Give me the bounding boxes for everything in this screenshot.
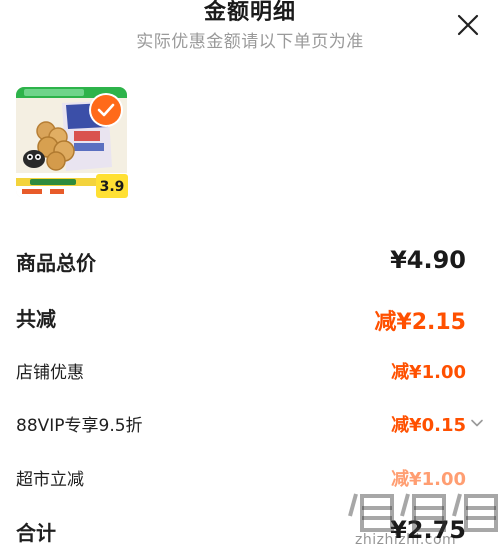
selected-check-badge (91, 95, 121, 125)
sum-label: 合计 (16, 521, 56, 545)
total-price-label: 商品总价 (16, 251, 96, 275)
close-icon (457, 14, 479, 36)
close-button[interactable] (455, 12, 481, 38)
row-total-price: 商品总价 ¥4.90 (0, 246, 500, 282)
check-icon (97, 103, 115, 117)
discount-total-label: 共减 (16, 307, 56, 331)
sum-value: ¥2.75 (390, 516, 466, 544)
amount-detail-sheet: 金额明细 实际优惠金额请以下单页为准 3.9 商品总价 ¥4.90 共减 减¥2… (0, 0, 500, 556)
row-shop-coupon: 店铺优惠 减¥1.00 (0, 356, 500, 386)
vip-expand-toggle[interactable] (470, 415, 484, 429)
product-price-tag: 3.9 (96, 174, 128, 198)
vip-discount-value: 减¥0.15 (391, 415, 466, 436)
page-title: 金额明细 (203, 0, 296, 25)
row-market-discount: 超市立减 减¥1.00 (0, 463, 500, 493)
row-vip-discount[interactable]: 88VIP专享9.5折 减¥0.15 (0, 409, 500, 439)
chevron-down-icon (471, 419, 483, 427)
shop-coupon-value: 减¥1.00 (391, 362, 466, 383)
page-subtitle: 实际优惠金额请以下单页为准 (136, 32, 364, 52)
market-discount-label: 超市立减 (16, 470, 84, 490)
vip-discount-label: 88VIP专享9.5折 (16, 416, 143, 436)
row-discount-total: 共减 减¥2.15 (0, 302, 500, 336)
discount-total-value: 减¥2.15 (374, 310, 466, 335)
row-sum: 合计 ¥2.75 (0, 516, 500, 552)
total-price-value: ¥4.90 (390, 246, 466, 274)
market-discount-value: 减¥1.00 (391, 469, 466, 490)
shop-coupon-label: 店铺优惠 (16, 363, 84, 383)
